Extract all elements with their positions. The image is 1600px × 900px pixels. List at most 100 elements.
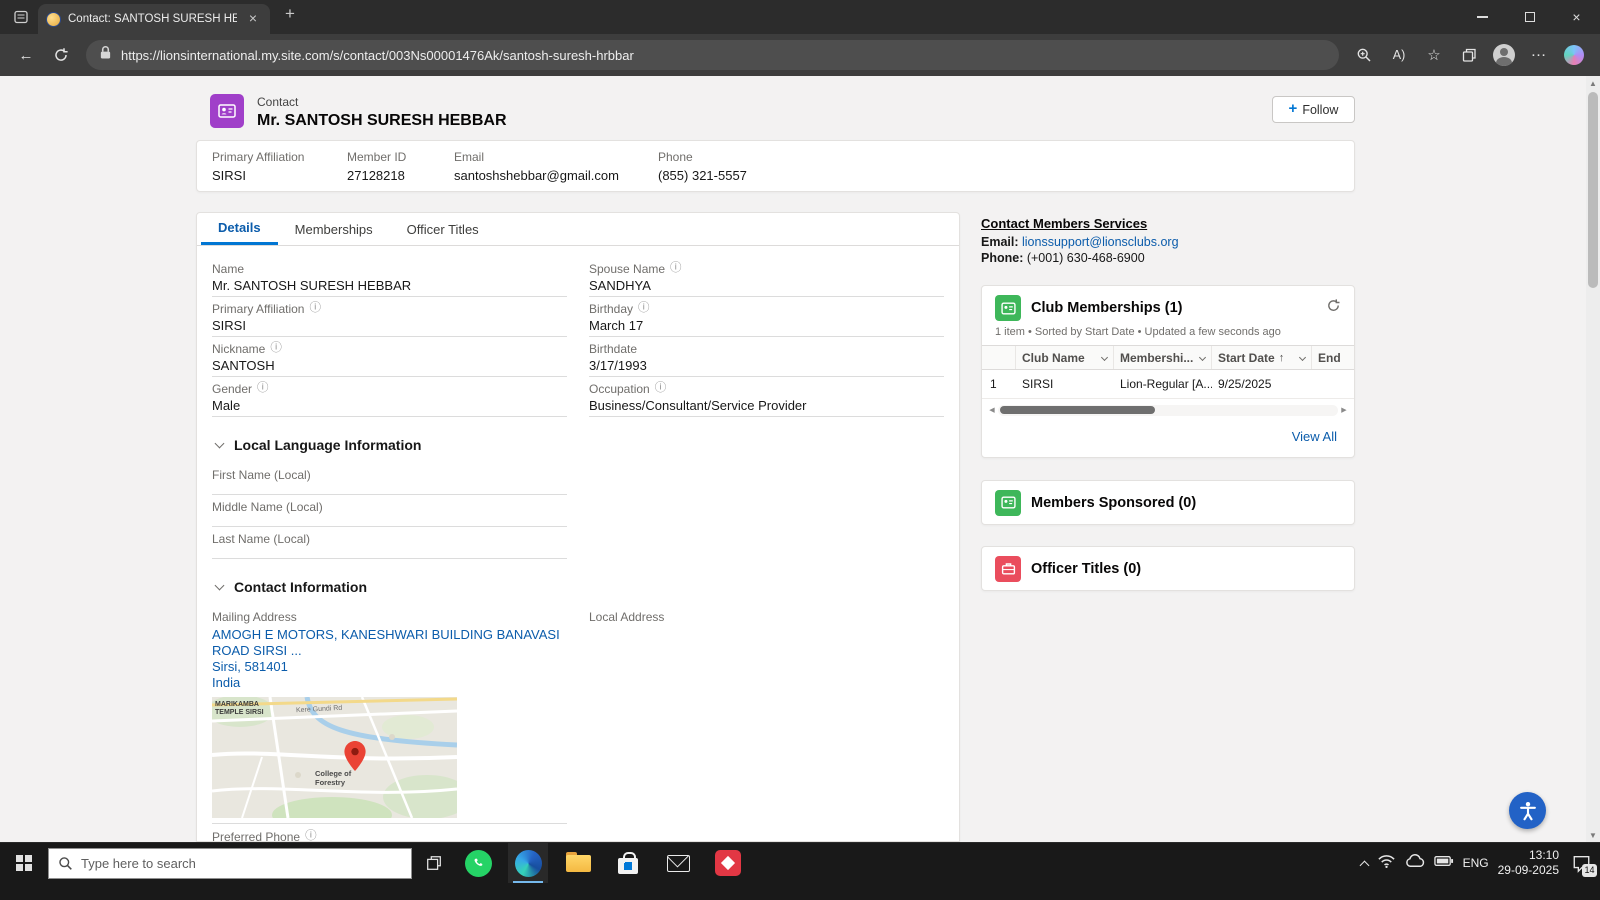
column-end-date[interactable]: End — [1312, 346, 1354, 369]
favorites-collections-icon[interactable] — [1453, 40, 1485, 70]
chevron-down-icon[interactable] — [1299, 354, 1306, 361]
table-header: Club Name Membershi... Start Date↑ End — [982, 345, 1354, 370]
close-button[interactable]: × — [1553, 0, 1600, 34]
section-contact-information[interactable]: Contact Information — [212, 576, 944, 598]
info-icon[interactable]: ⓘ — [655, 383, 667, 395]
support-title: Contact Members Services — [981, 216, 1355, 231]
mailing-address-line[interactable]: AMOGH E MOTORS, KANESHWARI BUILDING BANA… — [212, 627, 567, 659]
members-sponsored-title[interactable]: Members Sponsored (0) — [1031, 495, 1341, 511]
mailing-address-country[interactable]: India — [212, 675, 567, 691]
info-icon[interactable]: ⓘ — [309, 303, 321, 315]
accessibility-widget-button[interactable] — [1509, 792, 1546, 829]
info-icon[interactable]: ⓘ — [670, 263, 682, 275]
primary-affiliation-link[interactable]: SIRSI — [212, 317, 567, 337]
edge-taskbar-icon[interactable] — [508, 843, 548, 883]
refresh-list-icon[interactable] — [1326, 298, 1341, 318]
section-local-language[interactable]: Local Language Information — [212, 434, 944, 456]
back-icon[interactable]: ← — [10, 40, 42, 70]
read-aloud-icon[interactable]: A) — [1383, 40, 1415, 70]
info-icon[interactable]: ⓘ — [270, 343, 282, 355]
follow-button[interactable]: + Follow — [1272, 96, 1355, 123]
settings-ellipsis-icon[interactable]: … — [1523, 40, 1555, 70]
store-taskbar-icon[interactable] — [608, 843, 648, 883]
support-info: Contact Members Services Email: lionssup… — [981, 216, 1355, 265]
refresh-icon[interactable] — [45, 40, 77, 70]
email-link[interactable]: santoshshebbar@gmail.com — [454, 168, 619, 183]
accessibility-icon — [1517, 800, 1539, 822]
club-memberships-title[interactable]: Club Memberships (1) — [1031, 300, 1316, 316]
scrollbar-thumb[interactable] — [1588, 92, 1598, 288]
chevron-down-icon[interactable] — [1199, 354, 1206, 361]
page-viewport: Contact Mr. SANTOSH SURESH HEBBAR + Foll… — [0, 76, 1600, 842]
action-center-icon[interactable]: 14 — [1568, 851, 1594, 875]
tab-close-icon[interactable]: × — [244, 10, 262, 28]
url-text[interactable]: https://lionsinternational.my.site.com/s… — [121, 48, 634, 63]
view-all-link[interactable]: View All — [1292, 429, 1337, 444]
column-membership[interactable]: Membershi... — [1114, 346, 1212, 369]
tab-details[interactable]: Details — [201, 213, 278, 245]
taskbar-search[interactable] — [48, 848, 412, 879]
mailing-address-city[interactable]: Sirsi, 581401 — [212, 659, 567, 675]
start-button[interactable] — [0, 843, 48, 883]
primary-affiliation-link[interactable]: SIRSI — [212, 168, 304, 183]
info-icon[interactable]: ⓘ — [305, 831, 317, 842]
field-spouse-name: Spouse Nameⓘ SANDHYA — [589, 261, 944, 297]
taskbar-clock[interactable]: 13:10 29-09-2025 — [1498, 848, 1559, 878]
field-primary-affiliation: Primary Affiliationⓘ SIRSI — [212, 301, 567, 337]
scroll-left-icon[interactable]: ◀ — [986, 406, 998, 414]
chevron-down-icon — [215, 581, 225, 591]
browser-tabstrip: Contact: SANTOSH SURESH HEBB... × + × — [0, 0, 1600, 34]
wifi-icon[interactable] — [1377, 853, 1396, 874]
lock-icon[interactable] — [99, 45, 112, 65]
info-icon[interactable]: ⓘ — [638, 303, 650, 315]
copilot-icon[interactable] — [1558, 40, 1590, 70]
browser-tab[interactable]: Contact: SANTOSH SURESH HEBB... × — [38, 4, 270, 34]
tab-memberships[interactable]: Memberships — [278, 213, 390, 245]
tab-actions-icon[interactable] — [8, 5, 34, 29]
file-explorer-taskbar-icon[interactable] — [558, 843, 598, 883]
officer-titles-title[interactable]: Officer Titles (0) — [1031, 561, 1341, 577]
address-map-thumbnail[interactable]: MARIKAMBA TEMPLE SIRSI Kere Gundi Rd Col… — [212, 697, 457, 818]
address-bar[interactable]: https://lionsinternational.my.site.com/s… — [86, 40, 1339, 70]
page-scrollbar[interactable]: ▲ ▼ — [1586, 76, 1600, 842]
officer-titles-card[interactable]: Officer Titles (0) — [981, 546, 1355, 591]
onedrive-cloud-icon[interactable] — [1405, 853, 1425, 873]
mail-taskbar-icon[interactable] — [658, 843, 698, 883]
cell-club-name[interactable]: SIRSI — [1016, 377, 1114, 391]
maximize-button[interactable] — [1506, 0, 1553, 34]
members-sponsored-card[interactable]: Members Sponsored (0) — [981, 480, 1355, 525]
battery-icon[interactable] — [1434, 854, 1454, 873]
minimize-button[interactable] — [1459, 0, 1506, 34]
field-first-name-local: First Name (Local) — [212, 467, 567, 495]
search-input[interactable] — [81, 856, 371, 871]
highlight-email: Email santoshshebbar@gmail.com — [454, 150, 619, 183]
task-view-icon[interactable] — [414, 843, 454, 883]
info-icon[interactable]: ⓘ — [257, 383, 269, 395]
phone-link[interactable]: (855) 321-5557 — [658, 168, 747, 183]
field-birthdate: Birthdate 3/17/1993 — [589, 341, 944, 377]
support-email-link[interactable]: lionssupport@lionsclubs.org — [1022, 235, 1179, 249]
horizontal-scrollbar[interactable]: ◀ ▶ — [986, 402, 1350, 418]
tab-officer-titles[interactable]: Officer Titles — [390, 213, 496, 245]
column-start-date[interactable]: Start Date↑ — [1212, 346, 1312, 369]
members-sponsored-icon — [995, 490, 1021, 516]
favorite-star-icon[interactable]: ☆ — [1418, 40, 1450, 70]
scroll-right-icon[interactable]: ▶ — [1338, 406, 1350, 414]
chevron-down-icon — [215, 439, 225, 449]
column-club-name[interactable]: Club Name — [1016, 346, 1114, 369]
chevron-down-icon[interactable] — [1101, 354, 1108, 361]
scroll-down-icon[interactable]: ▼ — [1589, 828, 1597, 842]
zoom-icon[interactable] — [1348, 40, 1380, 70]
scrollbar-thumb[interactable] — [1000, 406, 1155, 414]
scroll-up-icon[interactable]: ▲ — [1589, 76, 1597, 90]
hidden-icons-chevron[interactable] — [1359, 860, 1369, 870]
red-app-taskbar-icon[interactable] — [708, 843, 748, 883]
new-tab-button[interactable]: + — [278, 3, 302, 27]
profile-avatar[interactable] — [1488, 40, 1520, 70]
table-row[interactable]: 1 SIRSI Lion-Regular [A... 9/25/2025 — [982, 370, 1354, 399]
page-title: Mr. SANTOSH SURESH HEBBAR — [257, 112, 507, 130]
whatsapp-taskbar-icon[interactable] — [458, 843, 498, 883]
field-divider — [212, 818, 567, 824]
highlights-panel: Primary Affiliation SIRSI Member ID 2712… — [196, 140, 1355, 192]
language-indicator[interactable]: ENG — [1463, 856, 1489, 870]
